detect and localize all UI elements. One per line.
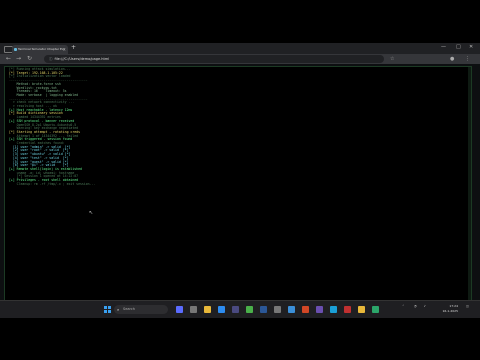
- search-placeholder: Search: [123, 307, 136, 311]
- clock[interactable]: 17:24 16-1-2025: [436, 304, 458, 314]
- terminal-line: Cleanup: rm -rf /tmp/.x ; exit session..…: [9, 181, 96, 186]
- minimize-button[interactable]: —: [441, 44, 446, 50]
- app-icon-9[interactable]: [302, 306, 309, 313]
- app-icon-11[interactable]: [330, 306, 337, 313]
- terminal-panel[interactable]: [*] Running attack simulation... [*] Targ…: [4, 66, 472, 302]
- browser-toolbar: ← → ↻ ⓘ file:///C:/Users/demo/page.html ☆…: [0, 54, 480, 64]
- file-info-icon[interactable]: ⓘ: [49, 57, 53, 61]
- bookmark-star-icon[interactable]: ☆: [390, 55, 394, 63]
- app-icon-14[interactable]: [372, 306, 379, 313]
- store-icon[interactable]: [232, 306, 239, 313]
- task-view-icon[interactable]: [190, 306, 197, 313]
- close-window-button[interactable]: ✕: [469, 44, 473, 50]
- edge-icon[interactable]: [218, 306, 225, 313]
- browser-tab-strip: Terminal Simulator Chapter Ext × + — □ ✕: [0, 43, 480, 54]
- menu-kebab-icon[interactable]: ⋮: [465, 55, 470, 63]
- back-icon[interactable]: ←: [6, 55, 11, 63]
- address-bar[interactable]: ⓘ file:///C:/Users/demo/page.html: [44, 55, 384, 63]
- windows-taskbar: ⌕ Search ⌃ ◔ ♪ 17:24 16-1-2025 ◫: [0, 300, 480, 318]
- windows-start-icon[interactable]: [104, 306, 111, 313]
- tab-title: Terminal Simulator Chapter Ext: [18, 47, 65, 51]
- chrome-icon[interactable]: [246, 306, 253, 313]
- page-content: [*] Running attack simulation... [*] Targ…: [0, 64, 480, 318]
- new-tab-button[interactable]: +: [71, 44, 76, 51]
- clock-date: 16-1-2025: [442, 309, 458, 313]
- wifi-icon[interactable]: ◔: [414, 304, 417, 309]
- app-icon-12[interactable]: [344, 306, 351, 313]
- settings-icon[interactable]: [274, 306, 281, 313]
- desktop-screen: Terminal Simulator Chapter Ext × + — □ ✕…: [0, 43, 480, 318]
- app-icon-10[interactable]: [316, 306, 323, 313]
- address-text: file:///C:/Users/demo/page.html: [54, 57, 110, 61]
- app-icon-8[interactable]: [288, 306, 295, 313]
- taskbar-search-input[interactable]: ⌕ Search: [114, 305, 168, 314]
- file-explorer-icon[interactable]: [204, 306, 211, 313]
- mouse-cursor-icon: ↖: [89, 210, 94, 216]
- browser-tab[interactable]: Terminal Simulator Chapter Ext ×: [12, 45, 68, 54]
- notification-icon[interactable]: ◫: [466, 304, 469, 309]
- copilot-icon[interactable]: [176, 306, 183, 313]
- volume-icon[interactable]: ♪: [424, 304, 426, 309]
- profile-icon[interactable]: ●: [450, 55, 454, 63]
- maximize-button[interactable]: □: [456, 44, 461, 50]
- terminal-scrollbar[interactable]: [468, 67, 471, 301]
- word-icon[interactable]: [260, 306, 267, 313]
- forward-icon[interactable]: →: [16, 55, 21, 63]
- tray-chevron-icon[interactable]: ⌃: [402, 304, 405, 309]
- terminal-output: [*] Running attack simulation... [*] Targ…: [9, 67, 96, 187]
- search-icon: ⌕: [117, 307, 120, 312]
- reload-icon[interactable]: ↻: [27, 55, 32, 63]
- app-icon-13[interactable]: [358, 306, 365, 313]
- close-tab-icon[interactable]: ×: [63, 45, 66, 54]
- page-favicon-icon: [14, 48, 17, 51]
